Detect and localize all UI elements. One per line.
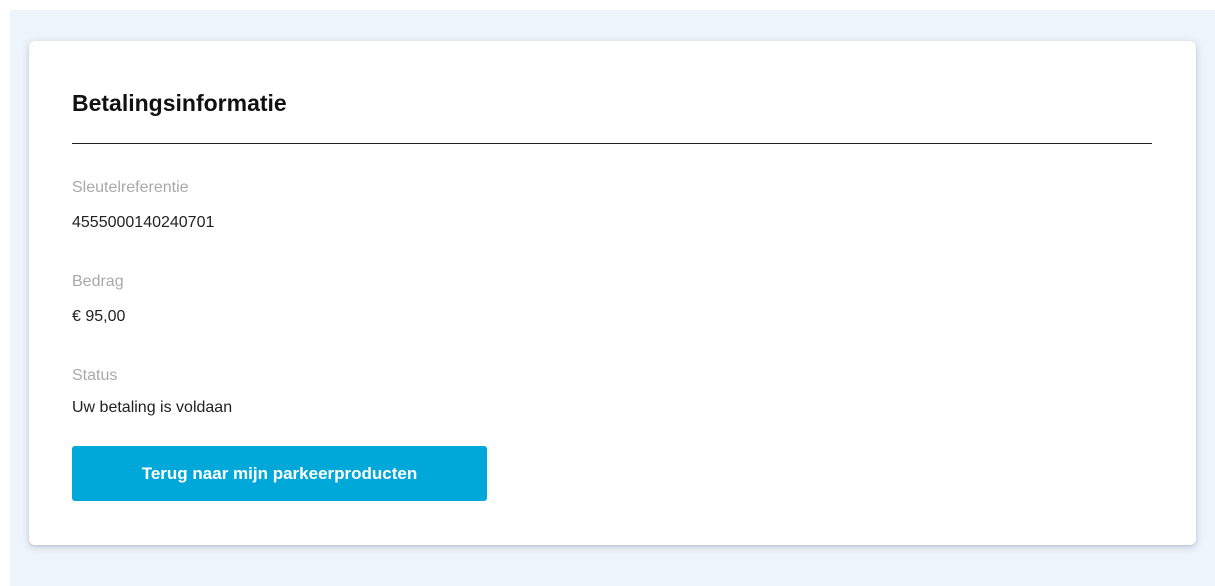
key-reference-value: 4555000140240701 <box>72 214 215 231</box>
back-to-parking-products-button[interactable]: Terug naar mijn parkeerproducten <box>72 446 487 501</box>
key-reference-label: Sleutelreferentie <box>72 179 189 196</box>
amount-label: Bedrag <box>72 273 124 290</box>
status-value: Uw betaling is voldaan <box>72 399 233 416</box>
title-divider <box>72 143 1152 144</box>
status-label: Status <box>72 367 118 384</box>
payment-info-card: Betalingsinformatie Sleutelreferentie 45… <box>29 41 1196 545</box>
card-title: Betalingsinformatie <box>72 90 287 116</box>
amount-value: € 95,00 <box>72 308 126 325</box>
